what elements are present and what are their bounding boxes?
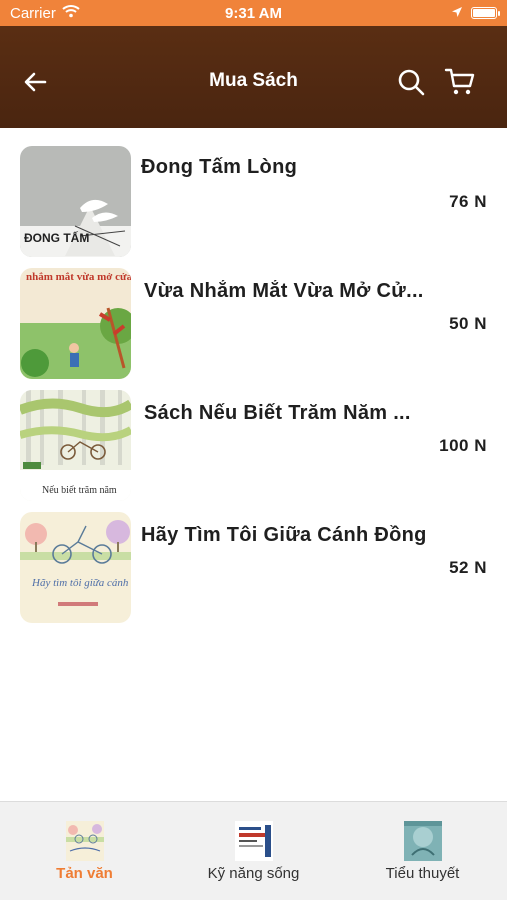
carrier-label: Carrier bbox=[10, 4, 56, 22]
tab-thumbnail bbox=[234, 821, 273, 861]
book-item[interactable]: nhắm mắt vừa mở cửa sổ Vừa Nhắm Mắt Vừa … bbox=[0, 250, 507, 379]
book-title: Hãy Tìm Tôi Giữa Cánh Đồng bbox=[141, 524, 427, 546]
book-title: Vừa Nhắm Mắt Vừa Mở Cử... bbox=[144, 280, 424, 302]
tab-tan-van[interactable]: Tản văn bbox=[0, 802, 169, 900]
search-icon[interactable] bbox=[395, 66, 427, 98]
location-arrow-icon bbox=[451, 5, 463, 22]
cover-title-text: ĐONG TẤM bbox=[24, 230, 89, 245]
battery-icon bbox=[471, 7, 500, 19]
book-price: 100 N bbox=[439, 436, 487, 455]
book-title: Đong Tấm Lòng bbox=[141, 156, 298, 178]
tab-thumbnail bbox=[65, 821, 104, 861]
tab-bar: Tản văn Kỹ năng sống Tiểu thuyết bbox=[0, 801, 507, 900]
book-cover[interactable]: Nếu biết trăm năm bbox=[20, 390, 131, 501]
status-left: Carrier bbox=[10, 4, 80, 22]
tab-thumbnail bbox=[403, 821, 442, 861]
tab-label: Kỹ năng sống bbox=[207, 865, 300, 882]
book-price: 76 N bbox=[449, 192, 487, 211]
page-title: Mua Sách bbox=[209, 70, 298, 91]
book-cover[interactable]: nhắm mắt vừa mở cửa sổ bbox=[20, 268, 131, 379]
status-bar: Carrier 9:31 AM bbox=[0, 0, 507, 26]
cart-icon[interactable] bbox=[444, 66, 476, 98]
tab-tieu-thuyet[interactable]: Tiểu thuyết bbox=[338, 802, 507, 900]
tab-label: Tiểu thuyết bbox=[385, 865, 460, 882]
cover-title-text: nhắm mắt vừa mở cửa sổ bbox=[26, 271, 131, 283]
book-price: 50 N bbox=[449, 314, 487, 333]
book-item[interactable]: ĐONG TẤM Đong Tấm Lòng 76 N bbox=[0, 128, 507, 257]
tab-ky-nang-song[interactable]: Kỹ năng sống bbox=[169, 802, 338, 900]
book-price: 52 N bbox=[449, 558, 487, 577]
cover-title-text: Hãy tìm tôi giữa cánh đồng bbox=[31, 577, 131, 589]
wifi-icon bbox=[62, 4, 80, 22]
book-item[interactable]: Nếu biết trăm năm Sách Nếu Biết Trăm Năm… bbox=[0, 372, 507, 501]
book-cover[interactable]: ĐONG TẤM bbox=[20, 146, 131, 257]
tab-label: Tản văn bbox=[56, 865, 113, 882]
book-list: ĐONG TẤM Đong Tấm Lòng 76 N nhắm mắt vừa… bbox=[0, 128, 507, 623]
book-cover[interactable]: Hãy tìm tôi giữa cánh đồng bbox=[20, 512, 131, 623]
nav-bar: Mua Sách bbox=[0, 26, 507, 128]
book-item[interactable]: Hãy tìm tôi giữa cánh đồng Hãy Tìm Tôi G… bbox=[0, 494, 507, 623]
battery-level bbox=[473, 9, 495, 17]
book-title: Sách Nếu Biết Trăm Năm ... bbox=[144, 402, 411, 424]
status-right bbox=[451, 5, 500, 22]
